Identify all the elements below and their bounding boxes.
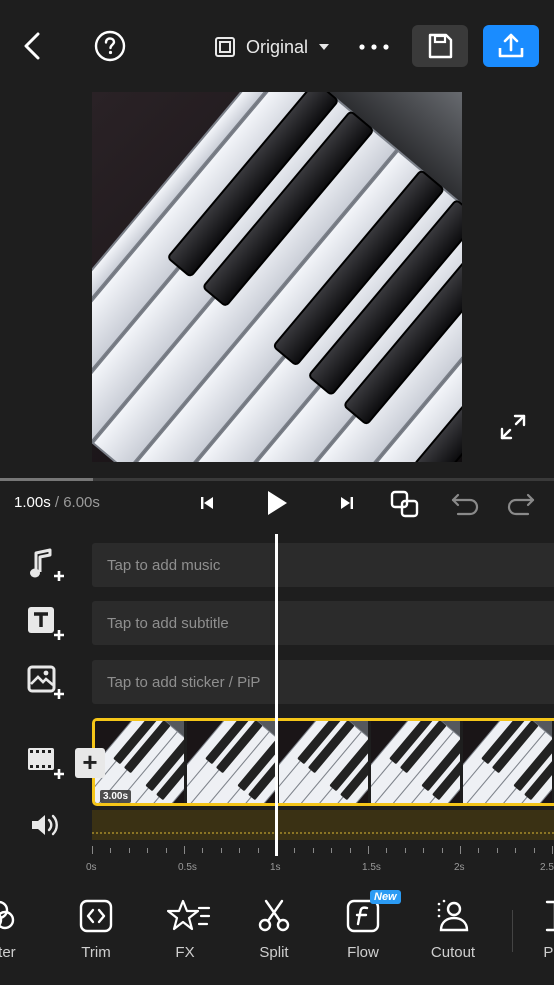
play-icon xyxy=(268,491,287,515)
ruler-tick xyxy=(128,848,130,853)
tool-label: Cutout xyxy=(430,944,476,961)
keyframe-icon[interactable] xyxy=(388,488,422,520)
time-readout: 1.00s / 6.00s xyxy=(14,494,100,511)
piano-keys-image xyxy=(92,92,462,462)
subtitle-track-placeholder: Tap to add subtitle xyxy=(107,614,229,632)
help-icon[interactable] xyxy=(92,28,128,64)
add-music-icon[interactable] xyxy=(26,546,66,586)
audio-waveform-track[interactable] xyxy=(92,810,554,840)
music-track[interactable]: Tap to add music xyxy=(92,543,554,587)
more-options-icon[interactable] xyxy=(356,30,392,64)
new-badge: New xyxy=(370,890,401,904)
clip-duration-badge: 3.00s xyxy=(100,790,132,803)
clip-thumbnail xyxy=(187,721,279,803)
clip-thumbnail xyxy=(463,721,554,803)
sticker-pip-track[interactable]: Tap to add sticker / PiP xyxy=(92,660,554,704)
toolbar-divider xyxy=(512,910,513,952)
playhead[interactable] xyxy=(275,534,278,856)
playback-progress-fill xyxy=(0,478,93,481)
ruler-tick xyxy=(552,846,553,854)
save-icon xyxy=(428,33,453,59)
add-clip-button[interactable]: + xyxy=(75,748,105,778)
ruler-tick xyxy=(386,848,388,853)
ruler-label: 1s xyxy=(270,862,281,873)
ruler-tick xyxy=(496,848,498,853)
ruler-tick xyxy=(239,848,241,853)
add-video-icon[interactable] xyxy=(26,744,66,784)
ruler-tick xyxy=(202,848,204,853)
ruler-tick xyxy=(515,848,517,853)
ruler-tick xyxy=(478,848,480,853)
sticker-track-placeholder: Tap to add sticker / PiP xyxy=(107,673,261,691)
chevron-down-icon xyxy=(319,44,330,50)
tool-label: PiP xyxy=(543,944,554,961)
trim-icon xyxy=(79,899,113,933)
tool-label: Trim xyxy=(81,944,111,961)
aspect-ratio-icon xyxy=(215,37,235,57)
ruler-tick xyxy=(460,846,461,854)
ruler-label: 2s xyxy=(454,862,465,873)
skip-to-end-icon[interactable] xyxy=(334,490,360,516)
ruler-tick xyxy=(147,848,149,853)
video-clip[interactable] xyxy=(92,718,554,806)
playback-progress-bar[interactable] xyxy=(0,478,554,481)
ruler-tick xyxy=(331,848,333,853)
ruler-label: 2.5s xyxy=(540,862,554,873)
ruler-label: 0s xyxy=(86,862,97,873)
tool-label: Filter xyxy=(0,944,16,961)
pip-icon xyxy=(545,900,554,932)
clip-thumbnail xyxy=(279,721,371,803)
ruler-tick xyxy=(110,848,112,853)
cutout-icon xyxy=(437,899,469,932)
fx-icon xyxy=(167,899,211,931)
upload-icon xyxy=(498,33,524,58)
ruler-tick xyxy=(423,848,425,853)
aspect-ratio-selector[interactable]: Original xyxy=(214,30,330,64)
video-preview[interactable] xyxy=(92,92,462,462)
redo-icon[interactable] xyxy=(504,490,538,518)
timeline-ruler[interactable]: 0s 0.5s 1s 1.5s 2s 2.5s xyxy=(86,846,554,876)
fullscreen-icon[interactable] xyxy=(496,410,530,444)
play-button[interactable] xyxy=(260,486,294,520)
ruler-tick xyxy=(165,848,167,853)
ruler-tick xyxy=(404,848,406,853)
subtitle-track[interactable]: Tap to add subtitle xyxy=(92,601,554,645)
export-button[interactable] xyxy=(483,25,539,67)
ruler-tick xyxy=(441,848,443,853)
back-icon[interactable] xyxy=(14,28,50,64)
ruler-tick xyxy=(184,846,185,854)
music-track-placeholder: Tap to add music xyxy=(107,556,221,574)
ruler-tick xyxy=(349,848,351,853)
ruler-label: 1.5s xyxy=(362,862,381,873)
tool-label: Split xyxy=(259,944,289,961)
aspect-ratio-label: Original xyxy=(246,36,309,57)
undo-icon[interactable] xyxy=(448,490,482,518)
ruler-tick xyxy=(533,848,535,853)
current-time: 1.00s xyxy=(14,494,51,511)
bottom-toolbar: Filter Trim FX Split Flow Cutout PiP xyxy=(0,890,554,985)
clip-thumbnail xyxy=(371,721,463,803)
tool-label: Flow xyxy=(347,944,379,961)
ruler-tick xyxy=(368,846,369,854)
ruler-tick xyxy=(257,848,259,853)
total-time: / 6.00s xyxy=(50,494,100,511)
save-draft-button[interactable] xyxy=(412,25,468,67)
ruler-tick xyxy=(220,848,222,853)
scissors-icon xyxy=(258,899,290,932)
skip-to-start-icon[interactable] xyxy=(194,490,220,516)
ruler-tick xyxy=(294,848,296,853)
filter-icon xyxy=(0,900,15,930)
ruler-tick xyxy=(92,846,93,854)
volume-icon[interactable] xyxy=(28,810,62,840)
add-subtitle-icon[interactable] xyxy=(26,605,66,645)
ruler-tick xyxy=(312,848,314,853)
tool-label: FX xyxy=(175,944,195,961)
ruler-label: 0.5s xyxy=(178,862,197,873)
audio-dotted-line xyxy=(92,832,554,834)
add-sticker-icon[interactable] xyxy=(26,664,66,704)
